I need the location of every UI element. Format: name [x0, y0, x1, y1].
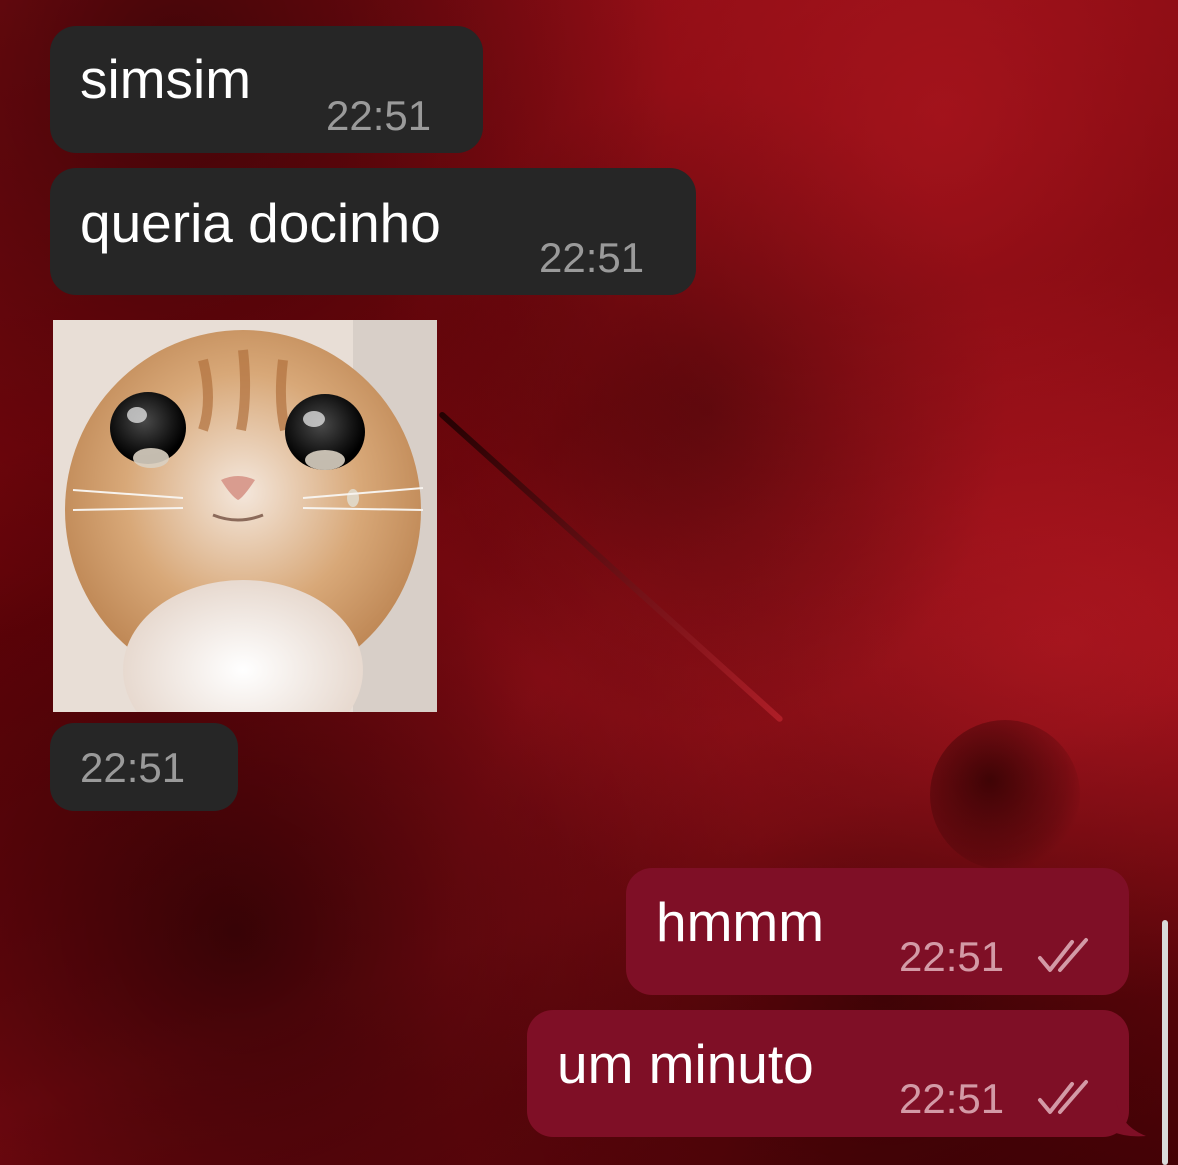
wallpaper-spear-shape [437, 410, 784, 724]
bubble-tail [1108, 1100, 1146, 1137]
incoming-message-bubble[interactable]: simsim 22:51 [50, 26, 483, 153]
kitten-photo[interactable] [53, 320, 437, 712]
message-text: hmmm [656, 891, 825, 953]
wallpaper-figure-shape [930, 720, 1080, 870]
incoming-message-bubble[interactable]: queria docinho 22:51 [50, 168, 696, 295]
crying-kitten-image [53, 320, 437, 712]
double-check-icon [1038, 1080, 1088, 1114]
message-text: queria docinho [80, 192, 441, 254]
message-timestamp: 22:51 [80, 744, 186, 791]
double-check-icon [1038, 938, 1088, 972]
message-timestamp: 22:51 [899, 1075, 1005, 1122]
scrollbar-thumb[interactable] [1162, 920, 1168, 1165]
message-timestamp: 22:51 [539, 234, 645, 281]
message-text: um minuto [557, 1033, 814, 1095]
outgoing-message-bubble[interactable]: um minuto 22:51 [527, 1010, 1129, 1137]
message-timestamp: 22:51 [326, 92, 432, 139]
outgoing-message-bubble[interactable]: hmmm 22:51 [626, 868, 1129, 995]
message-text: simsim [80, 48, 252, 110]
image-timestamp-pill: 22:51 [50, 723, 238, 811]
message-timestamp: 22:51 [899, 933, 1005, 980]
